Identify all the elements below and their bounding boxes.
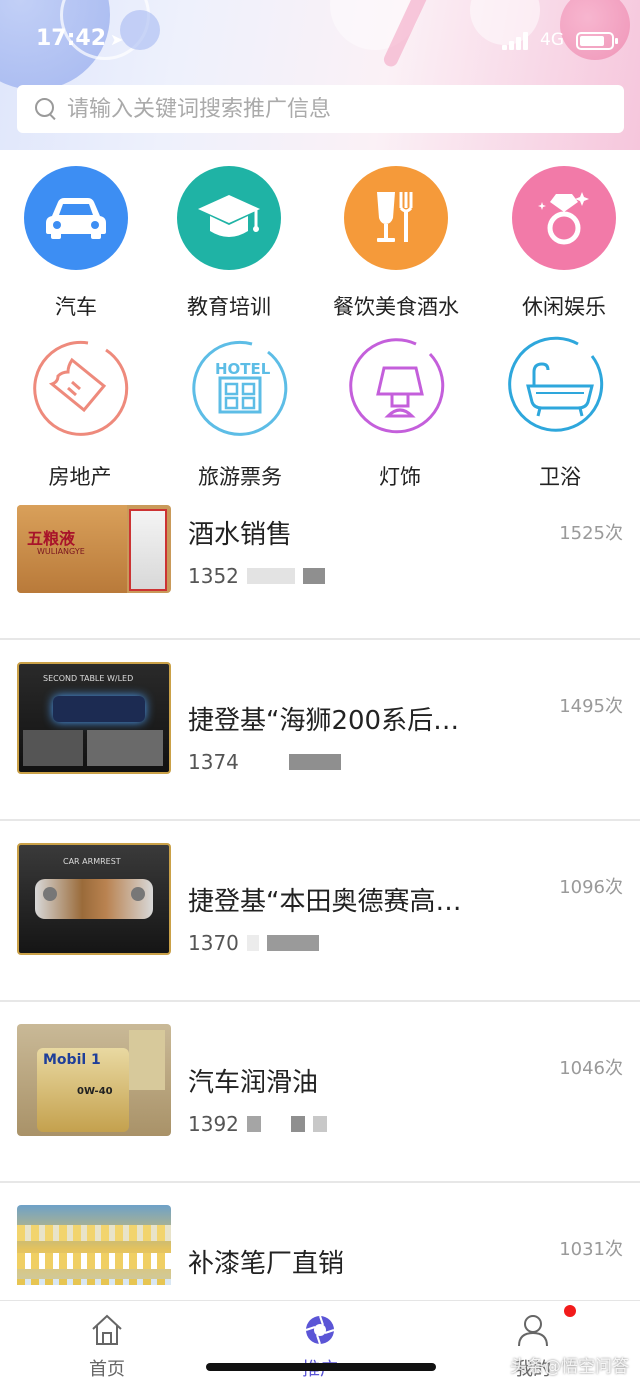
signal-icon: [502, 32, 532, 50]
view-count: 1096次: [559, 877, 623, 898]
listing-title: 捷登基“本田奥德赛高…: [188, 887, 462, 917]
search-bar[interactable]: [17, 85, 624, 133]
tab-label: 首页: [89, 1359, 125, 1380]
category-bathroom[interactable]: 卫浴: [480, 336, 640, 491]
network-type: 4G: [540, 30, 564, 50]
paint-pen-image: [17, 1205, 171, 1285]
category-travel[interactable]: HOTEL 旅游票务: [160, 336, 320, 491]
category-label: 休闲娱乐: [522, 295, 606, 319]
listing-phone: 1352: [188, 564, 325, 588]
view-count: 1031次: [559, 1239, 623, 1260]
location-arrow-icon: ➤: [110, 30, 124, 49]
listing-title: 酒水销售: [188, 520, 293, 550]
diamond-ring-icon: [512, 166, 616, 270]
redacted-block: [268, 1116, 283, 1132]
category-real-estate[interactable]: 房地产: [0, 336, 160, 491]
car-table-image: SECOND TABLE W/LED: [17, 662, 171, 774]
lamp-icon: [348, 336, 452, 440]
listing-phone: 1370: [188, 931, 319, 955]
thumb-caption: SECOND TABLE W/LED: [43, 674, 134, 683]
category-education[interactable]: 教育培训: [149, 166, 309, 321]
search-icon: [33, 96, 59, 122]
list-item[interactable]: SECOND TABLE W/LED 捷登基“海狮200系后… 1374 149…: [0, 640, 640, 821]
category-entertainment[interactable]: 休闲娱乐: [484, 166, 640, 321]
car-armrest-image: CAR ARMREST: [17, 843, 171, 955]
listing-phone: 1392: [188, 1112, 327, 1136]
listing-title: 汽车润滑油: [188, 1068, 319, 1098]
watermark-text: 头条@悟空问答: [510, 1357, 629, 1377]
category-label: 旅游票务: [198, 465, 282, 489]
svg-text:HOTEL: HOTEL: [215, 360, 271, 378]
list-item[interactable]: Mobil 1 0W-40 汽车润滑油 1392 1046次: [0, 1002, 640, 1183]
ticket-icon: [28, 336, 132, 440]
category-label: 汽车: [55, 295, 97, 319]
phone-prefix: 1392: [188, 1112, 239, 1136]
thumb-brand-subtext: 0W-40: [77, 1086, 113, 1097]
home-icon: [92, 1314, 122, 1345]
phone-prefix: 1352: [188, 564, 239, 588]
view-count: 1495次: [559, 696, 623, 717]
home-indicator: [206, 1363, 436, 1371]
redacted-block: [312, 1116, 327, 1132]
category-car[interactable]: 汽车: [0, 166, 156, 321]
header-banner: 17:42 ➤ 4G: [0, 0, 640, 150]
category-label: 房地产: [48, 465, 112, 489]
food-drink-icon: [344, 166, 448, 270]
category-label: 餐饮美食酒水: [333, 295, 459, 319]
redacted-block: [246, 1116, 261, 1132]
listing-phone: 1374: [188, 750, 341, 774]
redacted-block: [288, 754, 341, 770]
redacted-block: [266, 935, 319, 951]
redacted-block: [290, 1116, 305, 1132]
graduation-cap-icon: [177, 166, 281, 270]
notification-badge: [564, 1305, 576, 1317]
search-input[interactable]: [67, 96, 587, 122]
view-count: 1046次: [559, 1058, 623, 1079]
thumb-brand-text: 五粮液: [27, 529, 76, 548]
status-bar: 17:42 ➤ 4G: [0, 22, 640, 58]
redacted-block: [246, 935, 259, 951]
liquor-box-image: 五粮液 WULIANGYE: [17, 505, 171, 593]
thumb-brand-subtext: WULIANGYE: [37, 547, 85, 556]
listing-list: 五粮液 WULIANGYE 酒水销售 1352 1525次 SECOND TAB…: [0, 505, 640, 1285]
list-item[interactable]: 五粮液 WULIANGYE 酒水销售 1352 1525次: [0, 505, 640, 640]
redacted-block: [302, 568, 325, 584]
tab-home[interactable]: 首页: [47, 1313, 167, 1381]
category-label: 灯饰: [379, 465, 421, 489]
phone-prefix: 1370: [188, 931, 239, 955]
aperture-icon: [305, 1315, 335, 1345]
redacted-block: [246, 754, 281, 770]
view-count: 1525次: [559, 523, 623, 544]
motor-oil-image: Mobil 1 0W-40: [17, 1024, 171, 1136]
category-label: 卫浴: [539, 465, 581, 489]
category-food-drink[interactable]: 餐饮美食酒水: [316, 166, 476, 321]
battery-icon: [576, 32, 618, 50]
redacted-block: [246, 568, 295, 584]
category-lighting[interactable]: 灯饰: [320, 336, 480, 491]
category-label: 教育培训: [187, 295, 271, 319]
car-icon: [24, 166, 128, 270]
status-time-text: 17:42: [36, 26, 107, 51]
thumb-caption: CAR ARMREST: [63, 857, 121, 866]
listing-title: 捷登基“海狮200系后…: [188, 706, 460, 736]
list-item[interactable]: 补漆笔厂直销 1031次: [0, 1183, 640, 1285]
phone-prefix: 1374: [188, 750, 239, 774]
list-item[interactable]: CAR ARMREST 捷登基“本田奥德赛高… 1370 1096次: [0, 821, 640, 1002]
bathtub-icon: [508, 336, 612, 440]
listing-title: 补漆笔厂直销: [188, 1249, 345, 1279]
status-time: 17:42 ➤: [36, 26, 123, 51]
hotel-icon: HOTEL: [188, 336, 292, 440]
user-icon: [518, 1315, 548, 1347]
thumb-brand-text: Mobil 1: [43, 1052, 101, 1068]
